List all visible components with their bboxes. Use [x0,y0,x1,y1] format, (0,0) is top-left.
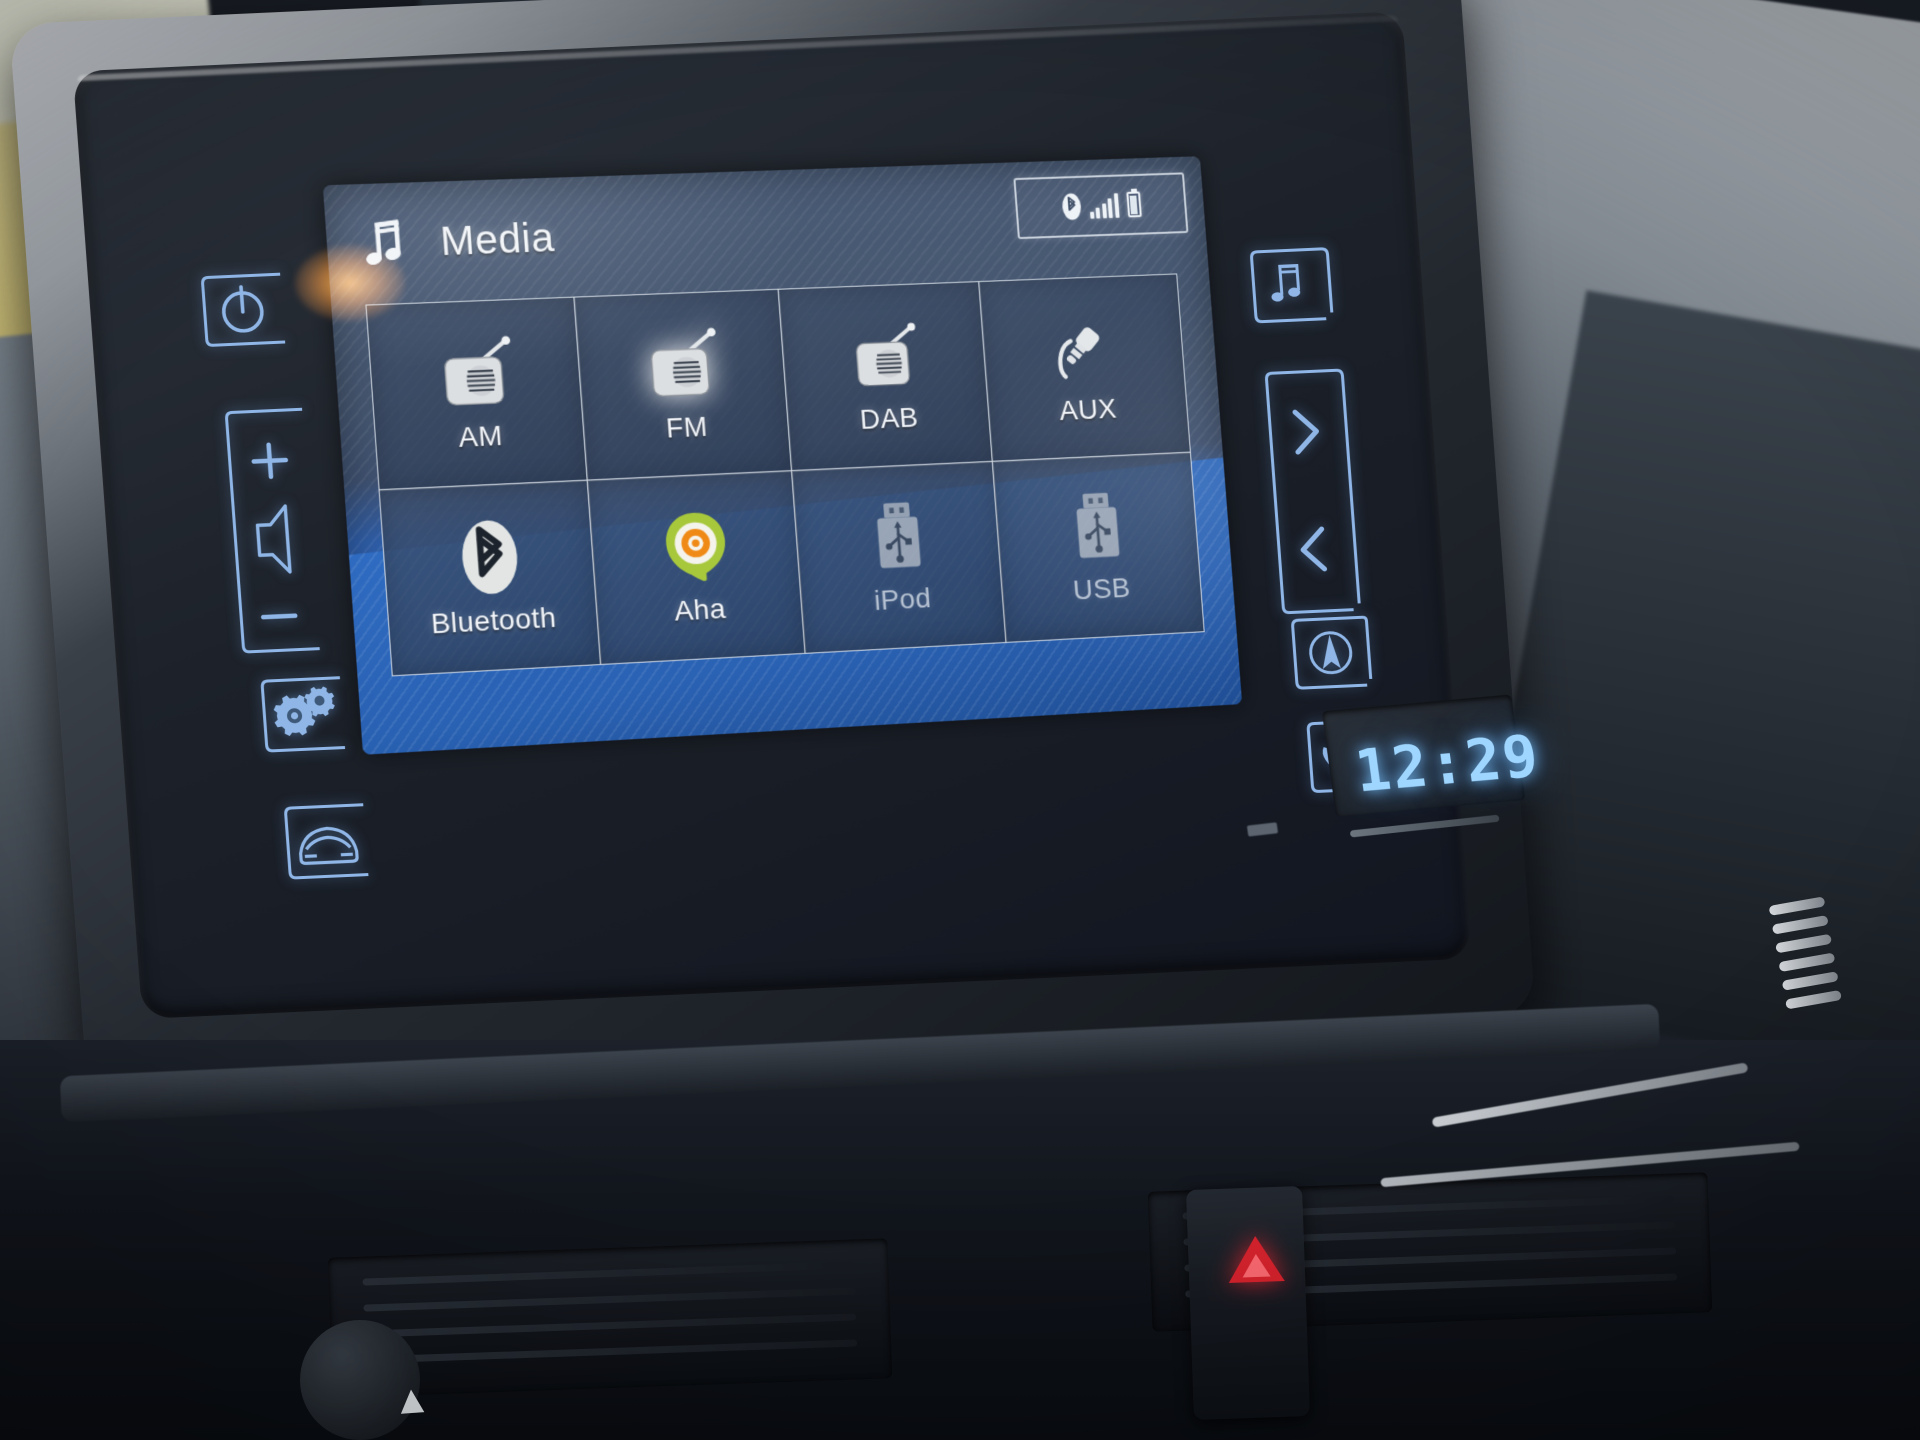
radio-icon [844,316,925,396]
tile-fm[interactable]: FM [573,288,793,482]
page-title: Media [438,215,556,264]
tile-label: FM [664,410,709,444]
tile-ipod[interactable]: iPod [791,460,1008,654]
head-unit: Media AM FM DAB AUX Bluetooth Aha iPod U… [9,0,1544,1082]
usb-icon [869,497,926,577]
tile-label: Bluetooth [430,601,558,640]
tile-aha[interactable]: Aha [586,470,807,665]
tile-aux[interactable]: AUX [978,273,1191,463]
bluetooth-icon [455,516,524,598]
seek-rocker[interactable] [1258,364,1362,617]
photo-scene: Media AM FM DAB AUX Bluetooth Aha iPod U… [0,0,1920,1440]
tile-label: USB [1072,571,1132,606]
radio-icon [638,324,726,405]
aux-jack-icon [1044,308,1124,388]
battery-icon [1125,191,1142,218]
setup-button[interactable] [253,669,356,769]
tile-label: DAB [858,401,920,435]
tile-usb[interactable]: USB [991,451,1205,643]
infotainment-screen[interactable]: Media AM FM DAB AUX Bluetooth Aha iPod U… [322,156,1243,755]
status-bar [1013,172,1189,240]
navigation-button[interactable] [1284,611,1376,703]
tile-label: AM [457,419,504,453]
tile-label: iPod [873,582,933,617]
up-arrow-icon: ▲ [390,1376,434,1424]
media-source-grid: AM FM DAB AUX Bluetooth Aha iPod USB [365,273,1205,677]
aha-pin-icon [659,506,731,588]
bluetooth-icon [1060,193,1082,221]
tile-dab[interactable]: DAB [777,281,994,472]
media-button[interactable] [1243,243,1336,337]
radio-icon [431,332,521,414]
vehicle-button[interactable] [277,798,380,894]
hazard-warning-icon[interactable] [1227,1235,1285,1283]
tile-bluetooth[interactable]: Bluetooth [378,479,602,677]
tile-am[interactable]: AM [365,296,589,491]
usb-icon [1069,487,1125,566]
tile-label: AUX [1058,392,1118,426]
volume-rocker[interactable] [216,401,330,655]
hazard-button-pod[interactable] [1186,1186,1310,1420]
power-button[interactable] [196,270,299,366]
tile-label: Aha [673,592,727,627]
signal-strength-icon [1088,192,1120,219]
